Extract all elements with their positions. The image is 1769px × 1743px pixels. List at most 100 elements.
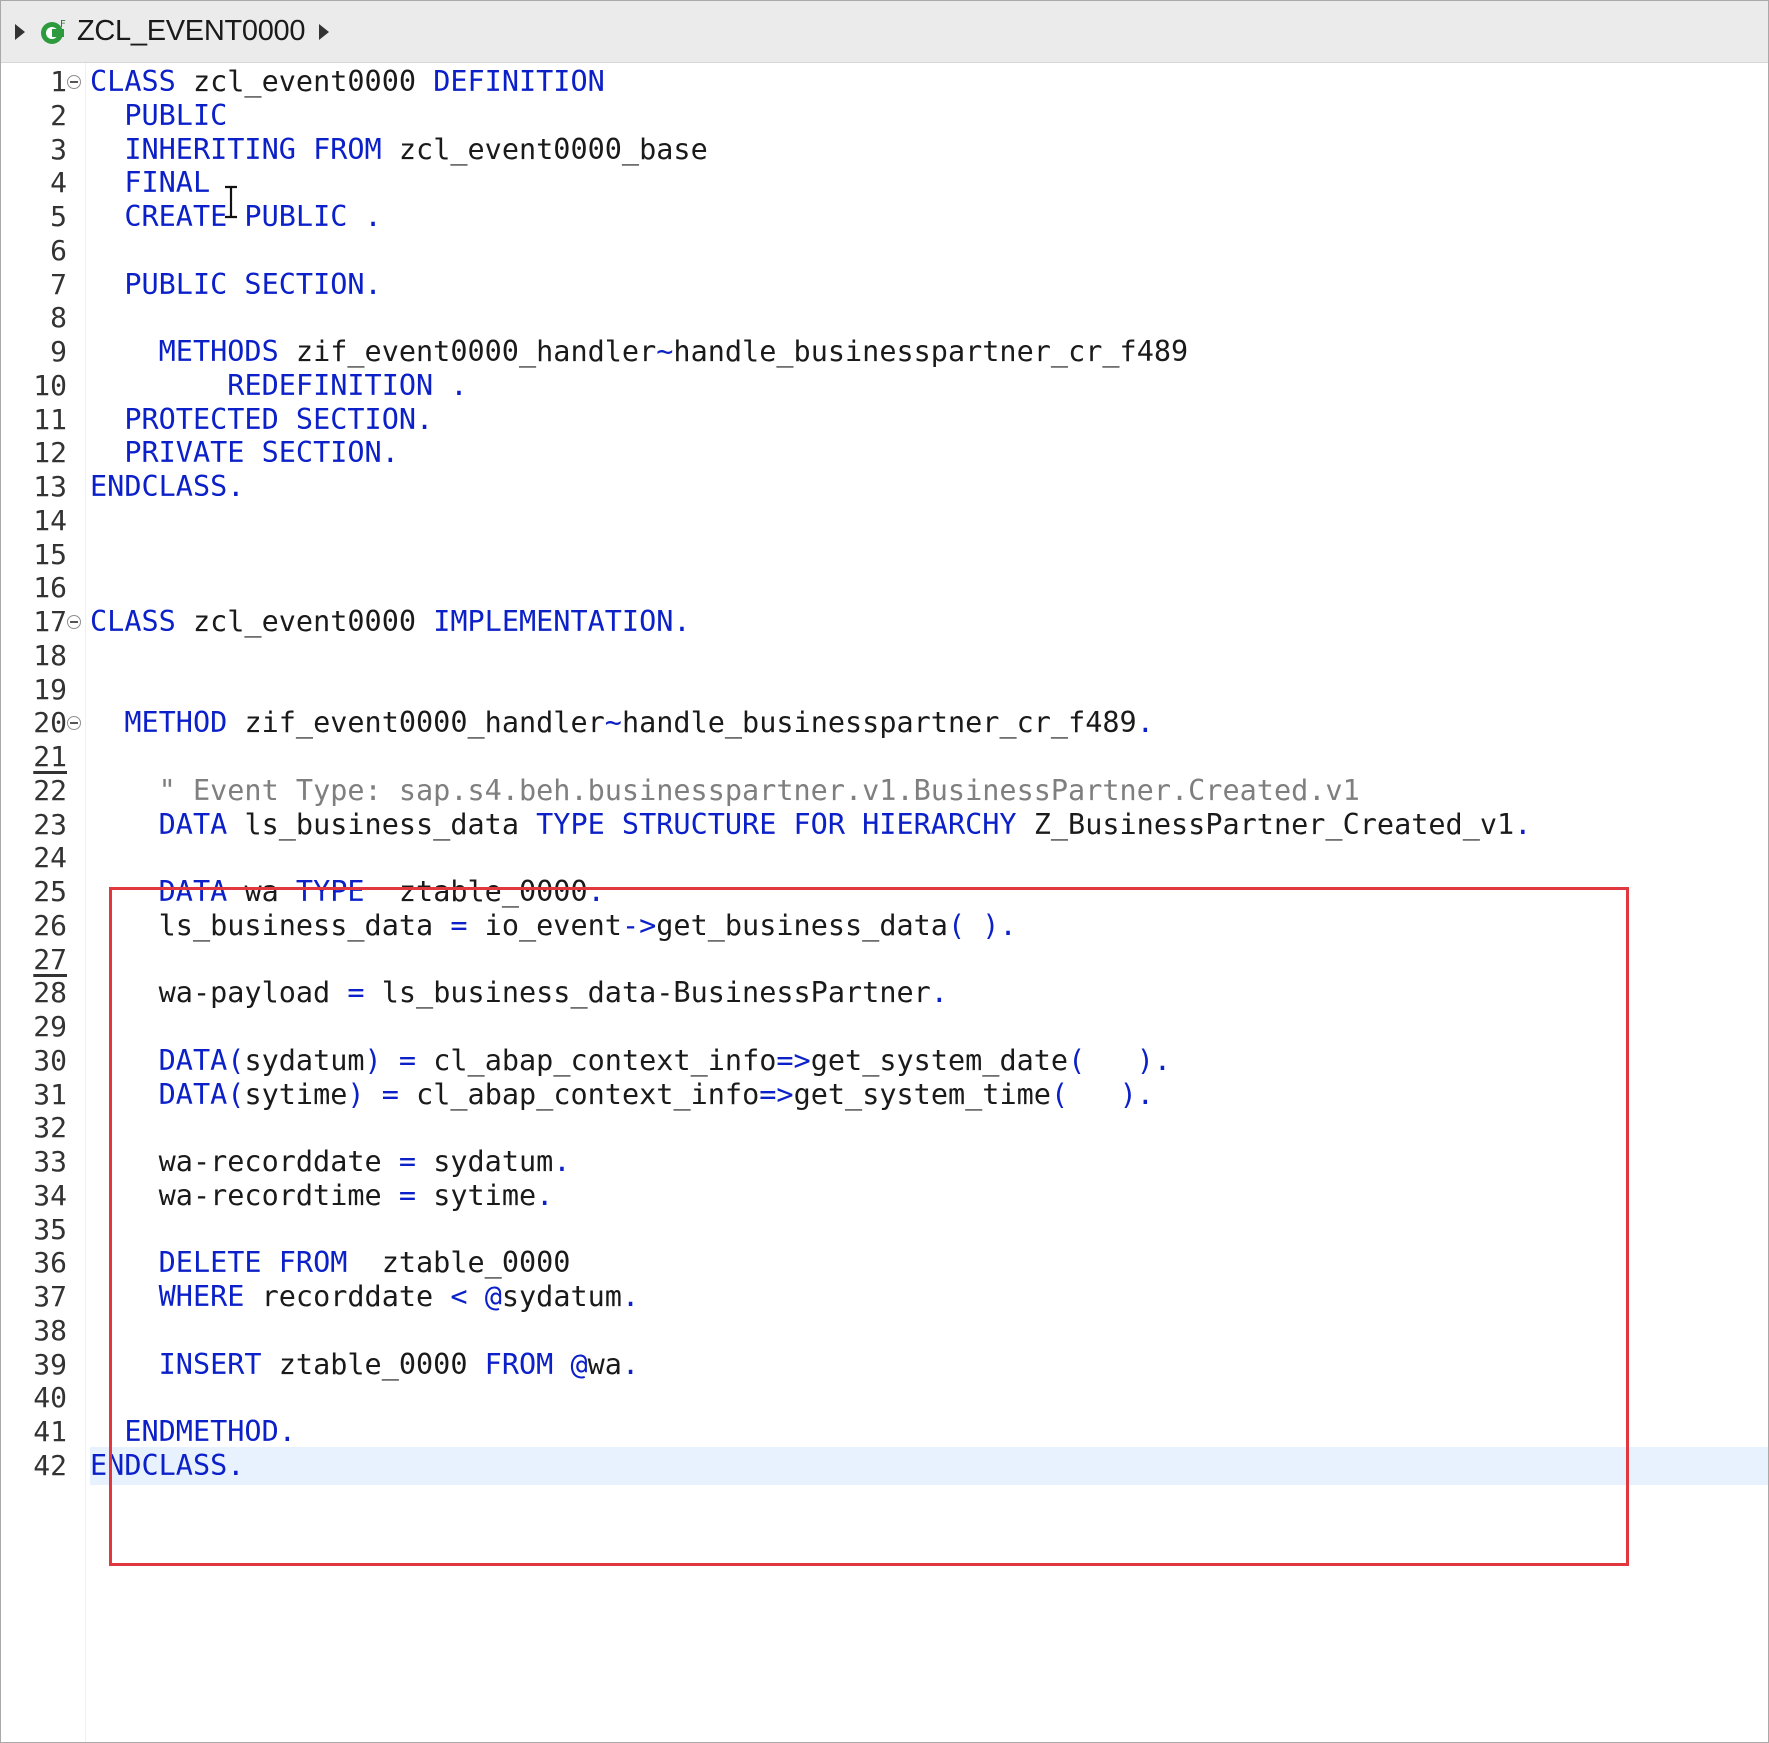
line-number: 9 — [50, 335, 67, 368]
code-line[interactable]: 17 CLASS zcl_event0000 IMPLEMENTATION. — [1, 603, 1768, 641]
line-number: 37 — [33, 1280, 67, 1313]
keyword-token: FINAL — [124, 166, 211, 200]
code-line[interactable]: 20 METHOD zif_event0000_handler~handle_b… — [1, 704, 1768, 742]
code-line[interactable]: 8 — [1, 299, 1768, 337]
keyword-token: CREATE PUBLIC . — [124, 200, 382, 233]
code-text: PROTECTED SECTION. — [90, 401, 433, 439]
identifier-token — [90, 808, 159, 841]
code-line[interactable]: 6 — [1, 232, 1768, 270]
code-line[interactable]: 1 CLASS zcl_event0000 DEFINITION — [1, 63, 1768, 101]
identifier-token: zcl_event0000 — [175, 605, 434, 638]
code-line[interactable]: 3 INHERITING FROM zcl_event0000_base — [1, 131, 1768, 169]
line-number: 22 — [33, 773, 67, 807]
line-number: 10 — [33, 368, 67, 402]
keyword-token: . — [1514, 807, 1532, 841]
keyword-token: REDEFINITION . — [227, 368, 468, 402]
identifier-token — [90, 268, 124, 301]
identifier-token: handle_businesspartner_cr_f489 — [621, 706, 1137, 740]
code-line[interactable]: 9 METHODS zif_event0000_handler~handle_b… — [1, 333, 1768, 371]
abap-class-icon: F — [39, 17, 69, 47]
code-text: " Event Type: sap.s4.beh.businesspartner… — [90, 772, 1360, 810]
keyword-token: METHODS — [158, 335, 279, 368]
line-number: 30 — [33, 1043, 67, 1077]
line-number: 34 — [33, 1178, 67, 1212]
text-cursor-icon — [225, 185, 237, 219]
keyword-token: TYPE STRUCTURE FOR HIERARCHY — [536, 807, 1017, 841]
line-number: 19 — [33, 672, 67, 706]
line-number: 15 — [33, 537, 67, 571]
code-line[interactable]: 12 PRIVATE SECTION. — [1, 434, 1768, 472]
line-number: 7 — [50, 267, 67, 301]
code-line[interactable]: 23 DATA ls_business_data TYPE STRUCTURE … — [1, 806, 1768, 844]
fold-toggle-icon[interactable] — [67, 716, 81, 731]
line-number: 12 — [33, 436, 67, 470]
keyword-token: PROTECTED SECTION. — [124, 402, 434, 436]
line-number: 3 — [50, 132, 67, 166]
line-number: 2 — [50, 98, 67, 132]
line-number: 32 — [33, 1111, 67, 1145]
code-line[interactable]: 5 CREATE PUBLIC . — [1, 198, 1768, 236]
line-number: 6 — [50, 233, 67, 267]
breadcrumb: F ZCL_EVENT0000 — [1, 1, 1768, 63]
keyword-token: ~ — [604, 706, 622, 740]
comment-token: " Event Type: sap.s4.beh.businesspartner… — [158, 773, 1360, 807]
line-number: 8 — [50, 301, 67, 335]
code-line[interactable]: 13 ENDCLASS. — [1, 468, 1768, 506]
line-number: 28 — [33, 976, 67, 1010]
line-number: 13 — [33, 470, 67, 503]
keyword-token: DATA — [158, 807, 228, 841]
code-line[interactable]: 21 — [1, 738, 1768, 776]
code-editor[interactable]: 1 CLASS zcl_event0000 DEFINITION 2 PUBLIC 3… — [1, 63, 1768, 1742]
breadcrumb-next-arrow-icon[interactable] — [319, 23, 330, 40]
identifier-token — [90, 133, 124, 166]
identifier-token: handle_businesspartner_cr_f489 — [673, 335, 1189, 368]
code-text: DATA ls_business_data TYPE STRUCTURE FOR… — [90, 806, 1532, 844]
fold-toggle-icon[interactable] — [67, 615, 81, 629]
line-number: 1 — [50, 65, 67, 98]
identifier-token — [90, 436, 124, 469]
identifier-token — [90, 335, 159, 368]
line-number: 24 — [33, 841, 67, 875]
code-text: PUBLIC — [90, 97, 227, 135]
line-number: 42 — [33, 1448, 67, 1482]
code-line[interactable]: 7 PUBLIC SECTION. — [1, 266, 1768, 304]
svg-text:F: F — [60, 19, 66, 30]
keyword-token: PUBLIC — [124, 98, 228, 132]
line-number: 23 — [33, 807, 67, 841]
keyword-token: . — [1136, 706, 1154, 740]
expand-arrow-icon[interactable] — [15, 23, 25, 40]
code-text: INHERITING FROM zcl_event0000_base — [90, 131, 707, 169]
identifier-token: zcl_event0000 — [175, 65, 434, 98]
keyword-token: CLASS — [90, 65, 176, 98]
identifier-token: ls_business_data — [227, 807, 537, 841]
line-number: 41 — [33, 1415, 67, 1448]
code-text: REDEFINITION . — [90, 367, 468, 405]
line-number: 38 — [33, 1313, 67, 1347]
line-number: 33 — [33, 1145, 67, 1178]
code-line[interactable]: 4 FINAL — [1, 164, 1768, 202]
identifier-token — [90, 706, 124, 739]
identifier-token — [90, 403, 124, 436]
code-line[interactable]: 24 — [1, 839, 1768, 877]
code-line[interactable]: 15 — [1, 536, 1768, 574]
breadcrumb-class-name[interactable]: ZCL_EVENT0000 — [77, 15, 306, 48]
code-line[interactable]: 14 — [1, 502, 1768, 540]
code-line[interactable]: 10 REDEFINITION . — [1, 367, 1768, 405]
code-line[interactable]: 19 — [1, 671, 1768, 709]
line-number: 36 — [33, 1246, 67, 1280]
line-number: 5 — [50, 200, 67, 233]
code-line[interactable]: 2 PUBLIC — [1, 97, 1768, 135]
code-line[interactable]: 11 PROTECTED SECTION. — [1, 401, 1768, 439]
line-number: 11 — [33, 402, 67, 436]
line-number: 27 — [33, 942, 67, 976]
code-line[interactable]: 16 — [1, 569, 1768, 607]
line-number: 14 — [33, 503, 67, 537]
keyword-token: ENDCLASS. — [90, 470, 245, 503]
line-number: 35 — [33, 1212, 67, 1246]
fold-toggle-icon[interactable] — [67, 75, 81, 89]
line-number: 31 — [33, 1077, 67, 1111]
code-line[interactable]: 18 — [1, 637, 1768, 675]
code-line[interactable]: 22 " Event Type: sap.s4.beh.businesspart… — [1, 772, 1768, 810]
identifier-token: zif_event0000_handler — [278, 335, 657, 368]
identifier-token — [90, 99, 124, 132]
